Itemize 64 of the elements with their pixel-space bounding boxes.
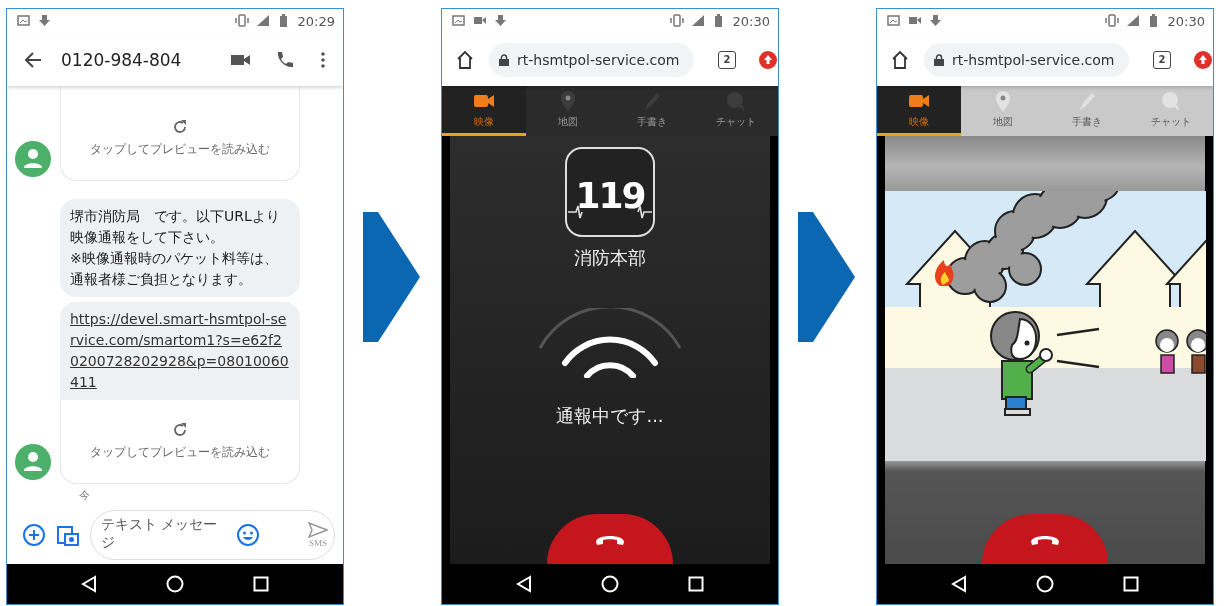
gallery-icon[interactable]	[56, 523, 80, 547]
refresh-icon[interactable]	[172, 422, 188, 438]
feature-tab[interactable]: チャット	[1129, 86, 1213, 136]
feature-tab[interactable]: 地図	[961, 86, 1045, 136]
update-icon[interactable]	[758, 49, 778, 70]
contact-title: 0120-984-804	[61, 49, 182, 70]
screenshot-icon	[17, 14, 31, 28]
home-nav-icon[interactable]	[166, 575, 184, 593]
update-icon[interactable]	[1193, 49, 1213, 70]
message-input[interactable]: テキスト メッセージ	[101, 513, 229, 557]
phone-icon[interactable]	[275, 50, 293, 69]
tab-count[interactable]: 2	[1153, 50, 1171, 69]
url-bar[interactable]: rt-hsmtpol-service.com	[924, 42, 1129, 77]
contact-avatar	[15, 141, 51, 177]
home-nav-icon[interactable]	[1036, 575, 1054, 593]
lock-icon	[499, 53, 509, 66]
vibrate-icon	[669, 14, 684, 28]
add-icon[interactable]	[22, 523, 46, 547]
feature-tab[interactable]: 映像	[442, 86, 526, 136]
message-timestamp: 今	[79, 488, 91, 504]
home-icon[interactable]	[455, 49, 475, 70]
feature-tab[interactable]: 手書き	[610, 86, 694, 136]
message-bubble: 堺市消防局 です。以下URLより映像通報をして下さい。 ※映像通報時のパケット料等は、通報者様ご負担となります。	[60, 199, 300, 297]
recents-nav-icon[interactable]	[252, 576, 269, 592]
video-call-icon[interactable]	[231, 52, 251, 67]
url-bar[interactable]: rt-hsmtpol-service.com	[489, 42, 694, 77]
status-time: 20:30	[732, 13, 770, 29]
download-icon	[38, 14, 52, 28]
feature-tab[interactable]: 手書き	[1045, 86, 1129, 136]
recents-nav-icon[interactable]	[1122, 576, 1139, 592]
back-nav-icon[interactable]	[951, 575, 968, 593]
signal-icon	[255, 14, 270, 28]
link-preview-card[interactable]: タップしてプレビューを読み込む	[60, 86, 300, 181]
screenshot-icon	[452, 14, 466, 28]
logo-text: 119	[575, 175, 645, 216]
contact-avatar	[15, 444, 51, 480]
status-time: 20:29	[297, 13, 335, 29]
link-preview-card[interactable]: タップしてプレビューを読み込む	[60, 400, 300, 484]
compose-field[interactable]: テキスト メッセージ SMS	[90, 510, 335, 560]
download-icon	[494, 14, 508, 28]
more-icon[interactable]	[321, 51, 325, 68]
refresh-icon[interactable]	[172, 118, 188, 135]
download-icon	[929, 14, 943, 28]
tab-count[interactable]: 2	[718, 50, 736, 69]
lock-icon	[934, 53, 944, 66]
status-time: 20:30	[1167, 13, 1205, 29]
emoji-icon[interactable]	[237, 524, 259, 546]
back-icon[interactable]	[23, 49, 43, 70]
signal-icon	[1125, 14, 1140, 28]
recents-nav-icon[interactable]	[687, 576, 704, 592]
back-nav-icon[interactable]	[516, 575, 533, 593]
feature-tab[interactable]: 地図	[526, 86, 610, 136]
vibrate-icon	[234, 14, 249, 28]
home-icon[interactable]	[890, 49, 910, 70]
feature-tab[interactable]: チャット	[694, 86, 778, 136]
home-nav-icon[interactable]	[601, 575, 619, 593]
screenshot-icon	[887, 14, 901, 28]
message-link[interactable]: https://devel.smart-hsmtpol-service.com/smartom1?s=e62f20200728202928&p=08010060411	[60, 302, 300, 400]
feature-tab[interactable]: 映像	[877, 86, 961, 136]
department-name: 消防本部	[574, 246, 646, 270]
signal-icon	[690, 14, 705, 28]
calling-status: 通報中です...	[556, 404, 664, 428]
vibrate-icon	[1104, 14, 1119, 28]
back-nav-icon[interactable]	[81, 575, 98, 593]
